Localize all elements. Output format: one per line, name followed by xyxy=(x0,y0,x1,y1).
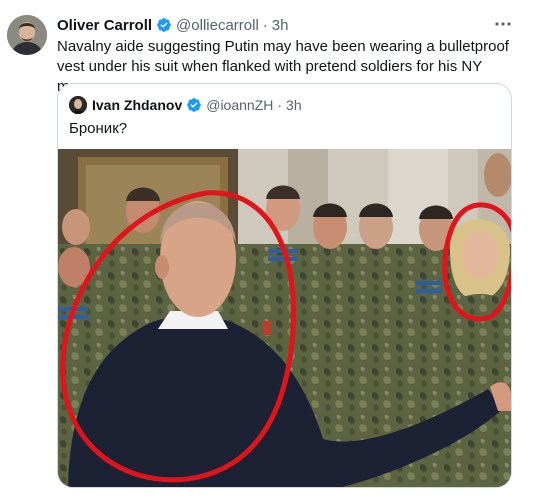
author-name[interactable]: Oliver Carroll xyxy=(57,17,152,34)
author-handle[interactable]: @olliecarroll xyxy=(176,17,259,34)
quoted-tweet[interactable]: Ivan Zhdanov @ioannZH · 3h Броник? xyxy=(57,83,512,488)
separator-dot: · xyxy=(262,16,268,34)
tweet-time[interactable]: 3h xyxy=(272,17,289,34)
quoted-tweet-text: Броник? xyxy=(69,120,128,137)
verified-badge-icon xyxy=(186,97,202,113)
tweet[interactable]: Oliver Carroll @olliecarroll · 3h Navaln… xyxy=(0,0,542,500)
verified-badge-icon xyxy=(156,17,172,33)
quoted-author-handle[interactable]: @ioannZH xyxy=(206,97,273,113)
quoted-tweet-header: Ivan Zhdanov @ioannZH · 3h xyxy=(69,96,302,114)
quoted-tweet-time[interactable]: 3h xyxy=(286,97,302,113)
more-dots-icon[interactable] xyxy=(494,15,512,33)
separator-dot: · xyxy=(277,97,283,113)
tweet-header: Oliver Carroll @olliecarroll · 3h xyxy=(57,15,288,35)
quoted-author-avatar[interactable] xyxy=(69,96,87,114)
quoted-author-name[interactable]: Ivan Zhdanov xyxy=(92,97,182,113)
quoted-tweet-photo[interactable] xyxy=(58,149,511,487)
author-avatar[interactable] xyxy=(7,15,47,55)
